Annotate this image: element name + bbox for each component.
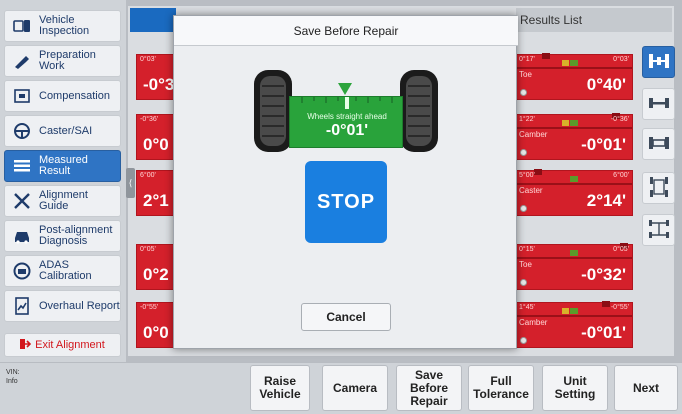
results-header-left bbox=[130, 8, 176, 32]
exit-alignment-label: Exit Alignment bbox=[35, 339, 105, 351]
report-icon bbox=[11, 295, 33, 317]
left-result-card: 0°05' 0°2 bbox=[136, 244, 176, 290]
result-card-toe-front[interactable]: 0°17' 0°03' Toe 0°40' bbox=[515, 53, 633, 100]
vin-info: VIN: Info bbox=[6, 369, 20, 385]
sidebar-item-caster-sai[interactable]: Caster/SAI bbox=[4, 115, 121, 147]
sidebar-item-measured-result[interactable]: Measured Result bbox=[4, 150, 121, 182]
vehicle-layout-icon bbox=[648, 176, 670, 201]
stop-sign: STOP bbox=[305, 161, 387, 243]
sidebar-item-compensation[interactable]: Compensation bbox=[4, 80, 121, 112]
steering-wheel-icon bbox=[11, 120, 33, 142]
info-dot-icon bbox=[520, 149, 527, 156]
pointer-icon bbox=[338, 83, 352, 95]
car-icon bbox=[11, 225, 33, 247]
axle-offset-icon bbox=[648, 135, 670, 154]
adas-icon bbox=[11, 260, 33, 282]
vehicle-layout-view-button[interactable] bbox=[642, 172, 675, 204]
exit-icon bbox=[20, 338, 32, 352]
info-dot-icon bbox=[520, 337, 527, 344]
info-dot-icon bbox=[520, 205, 527, 212]
wrench-icon bbox=[11, 50, 33, 72]
list-icon bbox=[11, 155, 33, 177]
full-tolerance-button[interactable]: Full Tolerance bbox=[468, 365, 534, 411]
sidebar-item-label: Post-alignment Diagnosis bbox=[39, 224, 113, 247]
left-result-card: -0°36' 0°0 bbox=[136, 114, 176, 160]
rear-axle-view-button[interactable] bbox=[642, 88, 675, 120]
indicator-value: -0°01' bbox=[325, 122, 369, 139]
full-vehicle-view-button[interactable] bbox=[642, 214, 675, 246]
unit-setting-button[interactable]: Unit Setting bbox=[542, 365, 608, 411]
collapse-sidebar-handle[interactable]: ⟨ bbox=[126, 168, 135, 198]
full-vehicle-icon bbox=[648, 219, 670, 242]
sidebar-item-label: Measured Result bbox=[39, 154, 88, 177]
rear-axle-icon bbox=[648, 96, 670, 113]
cancel-button[interactable]: Cancel bbox=[301, 303, 391, 331]
sidebar-item-label: Preparation Work bbox=[39, 49, 96, 72]
tools-icon bbox=[11, 190, 33, 212]
result-card-camber-rear[interactable]: 1°45' -0°55' Camber -0°01' bbox=[515, 301, 633, 348]
sidebar-item-label: Vehicle Inspection bbox=[39, 14, 90, 37]
left-result-card: 6°00' 2°1 bbox=[136, 170, 176, 216]
save-before-repair-dialog: Save Before Repair Wheels straight ahead… bbox=[173, 15, 518, 349]
result-card-camber-front[interactable]: 1°22' -0°36' Camber -0°01' bbox=[515, 113, 633, 160]
axle-offset-view-button[interactable] bbox=[642, 128, 675, 160]
front-axle-icon bbox=[648, 52, 670, 73]
sidebar-item-alignment-guide[interactable]: Alignment Guide bbox=[4, 185, 121, 217]
indicator-label: Wheels straight ahead bbox=[307, 112, 387, 121]
sidebar-item-post-alignment-diagnosis[interactable]: Post-alignment Diagnosis bbox=[4, 220, 121, 252]
sidebar-item-overhaul-report[interactable]: Overhaul Report bbox=[4, 290, 121, 322]
camera-button[interactable]: Camera bbox=[322, 365, 388, 411]
exit-alignment-button[interactable]: Exit Alignment bbox=[4, 333, 121, 357]
sidebar-item-preparation-work[interactable]: Preparation Work bbox=[4, 45, 121, 77]
compensation-icon bbox=[11, 85, 33, 107]
left-result-card: -0°55' 0°0 bbox=[136, 302, 176, 348]
front-axle-view-button[interactable] bbox=[642, 46, 675, 78]
dialog-title: Save Before Repair bbox=[174, 16, 518, 46]
result-card-toe-rear[interactable]: 0°15' 0°05' Toe -0°32' bbox=[515, 243, 633, 290]
next-button[interactable]: Next bbox=[614, 365, 678, 411]
results-list-title: Results List bbox=[520, 13, 583, 27]
result-card-caster[interactable]: 5°00' 6°00' Caster 2°14' bbox=[515, 169, 633, 216]
info-dot-icon bbox=[520, 279, 527, 286]
left-result-card: 0°03' -0°3 bbox=[136, 54, 176, 100]
sidebar-item-label: ADAS Calibration bbox=[39, 259, 92, 282]
sidebar-item-vehicle-inspection[interactable]: Vehicle Inspection bbox=[4, 10, 121, 42]
sidebar-item-label: Alignment Guide bbox=[39, 189, 88, 212]
raise-vehicle-button[interactable]: Raise Vehicle bbox=[250, 365, 310, 411]
sidebar-item-label: Overhaul Report bbox=[39, 299, 120, 312]
right-tire-icon bbox=[398, 70, 438, 152]
vehicle-inspection-icon bbox=[11, 15, 33, 37]
save-before-repair-button[interactable]: Save Before Repair bbox=[396, 365, 462, 411]
sidebar-item-adas-calibration[interactable]: ADAS Calibration bbox=[4, 255, 121, 287]
sidebar-item-label: Caster/SAI bbox=[39, 124, 93, 137]
sidebar-item-label: Compensation bbox=[39, 89, 110, 102]
straight-ahead-indicator: Wheels straight ahead -0°01' bbox=[289, 83, 403, 148]
info-dot-icon bbox=[520, 89, 527, 96]
left-tire-icon bbox=[254, 70, 294, 152]
